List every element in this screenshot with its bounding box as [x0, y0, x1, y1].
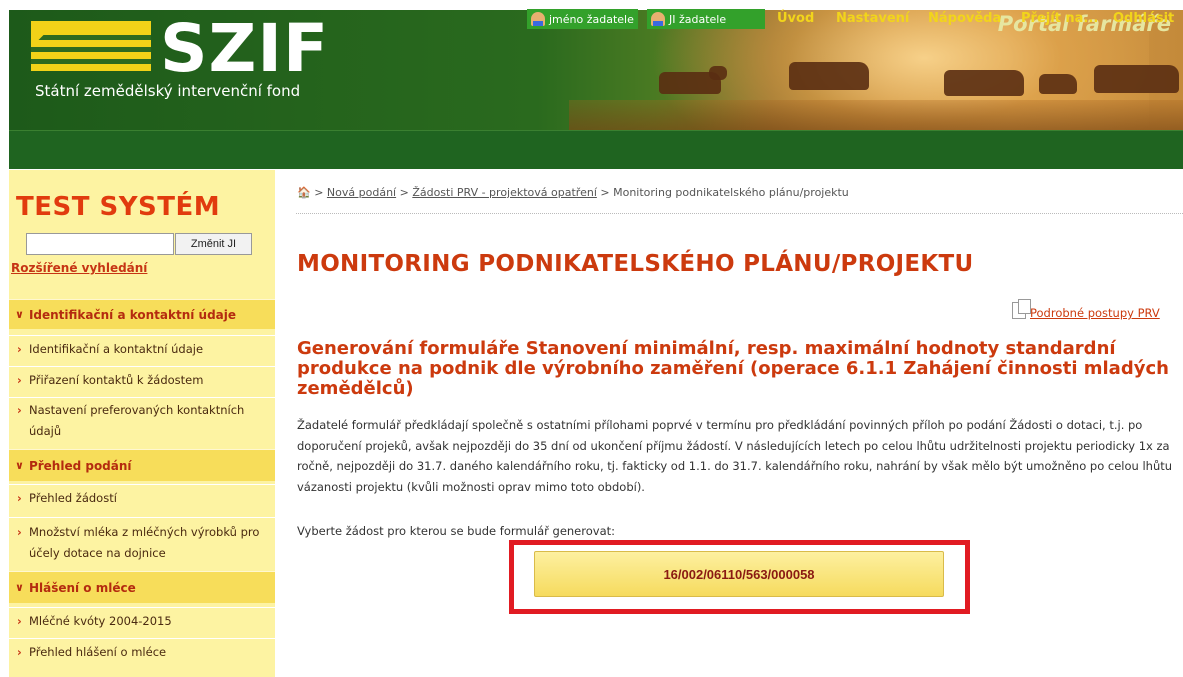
sidebar-item-milk-products[interactable]: › Množství mléka z mléčných výrobků pro … [9, 517, 275, 567]
page-title: MONITORING PODNIKATELSKÉHO PLÁNU/PROJEKT… [297, 251, 974, 277]
nav-nastaveni[interactable]: Nastavení [836, 11, 909, 26]
sidebar-item-applications[interactable]: › Přehled žádostí [9, 484, 275, 514]
sidebar-item-milk-quotas[interactable]: › Mléčné kvóty 2004-2015 [9, 607, 275, 637]
user-ji-badge[interactable]: JI žadatele [647, 9, 765, 29]
arrow-right-icon: › [17, 525, 22, 539]
cow-image [1094, 65, 1179, 93]
banner-field [569, 100, 1183, 130]
section-heading: Generování formuláře Stanovení minimální… [297, 338, 1169, 399]
nav-napoveda[interactable]: Nápověda [928, 11, 1001, 26]
nav-odhlasit[interactable]: Odhlásit [1113, 11, 1174, 26]
szif-logo-emblem [31, 21, 151, 71]
application-select-button[interactable]: 16/002/06110/563/000058 [534, 551, 944, 597]
szif-logo-text: SZIF [160, 10, 330, 87]
cow-image [1039, 74, 1077, 94]
cow-image [789, 62, 869, 90]
breadcrumb-current: Monitoring podnikatelského plánu/projekt… [613, 186, 849, 199]
item-label: Přehled žádostí [29, 491, 117, 505]
select-application-label: Vyberte žádost pro kterou se bude formul… [297, 524, 616, 538]
logo-subtitle: Státní zemědělský intervenční fond [35, 82, 301, 100]
chevron-down-icon: ∨ [15, 459, 24, 472]
arrow-right-icon: › [17, 403, 22, 417]
arrow-right-icon: › [17, 645, 22, 659]
chevron-down-icon: ∨ [15, 308, 24, 321]
prv-procedures-link[interactable]: Podrobné postupy PRV [1030, 306, 1160, 320]
sidebar-item-contact-assignment[interactable]: › Přiřazení kontaktů k žádostem [9, 366, 275, 396]
section-label: Hlášení o mléce [28, 580, 136, 595]
advanced-search-link[interactable]: Rozšířené vyhledání [11, 261, 147, 275]
document-icon [1012, 299, 1031, 319]
user-name-badge[interactable]: jméno žadatele [527, 9, 638, 29]
breadcrumb-divider [296, 213, 1183, 214]
home-icon[interactable]: 🏠 [297, 186, 311, 199]
item-label: Mléčné kvóty 2004-2015 [29, 614, 172, 628]
sidebar-item-preferred-contacts[interactable]: › Nastavení preferovaných kontaktních úd… [9, 397, 275, 443]
nav-prejit-na[interactable]: Přejít na... [1021, 11, 1098, 26]
user-ji: JI žadatele [669, 12, 727, 26]
section-label: Přehled podání [28, 458, 132, 473]
change-ji-button[interactable]: Změnit JI [175, 233, 252, 255]
item-label: Množství mléka z mléčných výrobků pro úč… [29, 525, 260, 560]
nav-uvod[interactable]: Úvod [777, 11, 814, 26]
item-label: Identifikační a kontaktní údaje [29, 342, 204, 356]
cow-image [944, 70, 1024, 96]
user-name: jméno žadatele [549, 12, 634, 26]
section-label: Identifikační a kontaktní údaje [28, 307, 237, 322]
sidebar-item-milk-reports-overview[interactable]: › Přehled hlášení o mléce [9, 638, 275, 668]
ji-input[interactable] [26, 233, 174, 255]
sidebar-section-submissions[interactable]: ∨ Přehled podání [9, 449, 275, 481]
test-system-title: TEST SYSTÉM [16, 192, 221, 222]
top-navigation [9, 130, 1183, 169]
sidebar-section-milk-reports[interactable]: ∨ Hlášení o mléce [9, 571, 275, 603]
breadcrumb-link-prv-applications[interactable]: Žádosti PRV - projektová opatření [412, 186, 597, 199]
cow-image [709, 66, 727, 80]
user-icon [651, 12, 665, 26]
sidebar-section-contact[interactable]: ∨ Identifikační a kontaktní údaje [9, 299, 275, 329]
arrow-right-icon: › [17, 342, 22, 356]
item-label: Nastavení preferovaných kontaktních údaj… [29, 403, 245, 438]
arrow-right-icon: › [17, 373, 22, 387]
breadcrumb-link-new-submissions[interactable]: Nová podání [327, 186, 396, 199]
chevron-down-icon: ∨ [15, 581, 24, 594]
arrow-right-icon: › [17, 491, 22, 505]
item-label: Přehled hlášení o mléce [29, 645, 167, 659]
item-label: Přiřazení kontaktů k žádostem [29, 373, 204, 387]
sidebar-item-contact-info[interactable]: › Identifikační a kontaktní údaje [9, 335, 275, 365]
user-icon [531, 12, 545, 26]
arrow-right-icon: › [17, 614, 22, 628]
description-text: Žadatelé formulář předkládají společně s… [297, 418, 1173, 494]
breadcrumb: 🏠 > Nová podání > Žádosti PRV - projekto… [297, 186, 849, 199]
